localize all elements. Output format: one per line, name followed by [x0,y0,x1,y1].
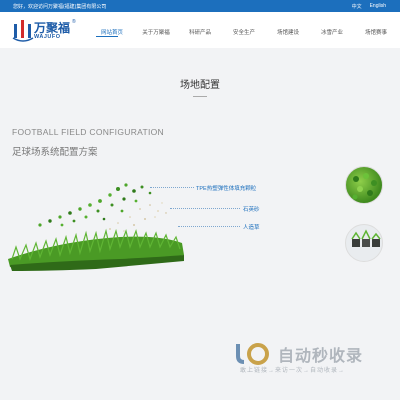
header: 万聚福 ® WAJUFO 网站首页 关于万聚福 科研产品 安全生产 场馆建设 冰… [0,12,400,48]
granules-closeup-image [345,166,383,204]
welcome-text: 您好，欢迎访问万聚福(福建)集团有限公司 [13,4,107,10]
sample-closeup-graphic [351,229,381,247]
lang-chinese-link[interactable]: 中文 [352,3,362,10]
logo-icon [12,20,34,42]
nav-item-safety[interactable]: 安全生产 [222,26,266,38]
watermark-subtitle: 敢上链接→来访一次→自动收录→ [240,368,346,374]
watermark-logo-icon [236,343,269,365]
granules-closeup-graphic [352,173,377,200]
label-leader-line [150,187,194,188]
turf-layers-illustration [8,183,184,271]
artificial-grass [8,228,184,271]
language-switcher: 中文 English [352,3,386,10]
logo-brand-english: WAJUFO [34,34,61,40]
watermark-title: 自动秒收录 [278,348,364,365]
title-divider [193,96,207,97]
nav-item-venue-construction[interactable]: 场馆建设 [266,26,310,38]
chinese-heading: 足球场系统配置方案 [12,147,98,158]
main-nav: 网站首页 关于万聚福 科研产品 安全生产 场馆建设 冰雪产业 场馆赛事 [90,26,398,38]
lang-english-link[interactable]: English [370,3,386,10]
page: 您好，欢迎访问万聚福(福建)集团有限公司 中文 English 万聚福 ® WA… [0,0,400,400]
logo[interactable]: 万聚福 ® WAJUFO [12,18,76,44]
quartz-sand [109,202,167,232]
nav-item-events[interactable]: 场馆赛事 [354,26,398,38]
label-tpe-granules: TPE热塑弹性体填充颗粒 [196,186,257,192]
label-artificial-grass: 人造草 [243,225,260,231]
english-heading: FOOTBALL FIELD CONFIGURATION [12,127,164,137]
label-quartz-sand: 石英砂 [243,207,260,213]
nav-item-research[interactable]: 科研产品 [178,26,222,38]
sample-closeup-image [345,224,383,262]
nav-item-ice-snow[interactable]: 冰雪产业 [310,26,354,38]
watermark: 自动秒收录 敢上链接→来访一次→自动收录→ [232,338,392,378]
tpe-granules [38,183,152,227]
top-bar: 您好，欢迎访问万聚福(福建)集团有限公司 中文 English [0,0,400,12]
page-title: 场地配置 [180,80,220,91]
registered-mark: ® [72,19,76,25]
label-leader-line [170,208,240,209]
label-leader-line [178,226,240,227]
nav-active-underline [96,36,118,37]
nav-item-about[interactable]: 关于万聚福 [134,26,178,38]
